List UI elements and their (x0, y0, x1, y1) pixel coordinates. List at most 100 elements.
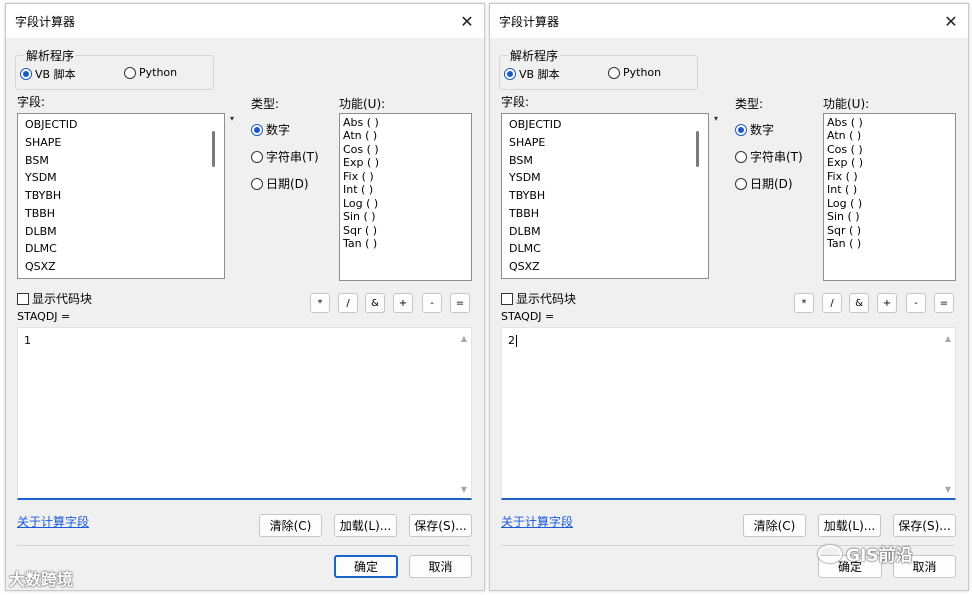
ok-button[interactable]: 确定 (334, 555, 398, 578)
field-calculator-dialog-left: 字段计算器 ✕ 解析程序 VB 脚本 Python 字段: OBJECTID S… (5, 3, 485, 591)
functions-list[interactable]: Abs ( ) Atn ( ) Cos ( ) Exp ( ) Fix ( ) … (823, 113, 956, 281)
load-button[interactable]: 加载(L)... (818, 514, 881, 537)
fields-list[interactable]: OBJECTID SHAPE BSM YSDM TBYBH TBBH DLBM … (501, 113, 709, 279)
list-item[interactable]: Sqr ( ) (827, 224, 861, 237)
parser-vb-radio[interactable]: VB 脚本 (504, 66, 560, 82)
op-multiply-button[interactable]: * (794, 293, 814, 313)
scroll-down-icon[interactable]: ▼ (945, 485, 951, 494)
op-divide-button[interactable]: / (338, 293, 358, 313)
list-item[interactable]: QSXZ (25, 260, 56, 273)
list-item[interactable]: OBJECTID (25, 118, 78, 131)
clear-button[interactable]: 清除(C) (743, 514, 806, 537)
op-minus-button[interactable]: - (906, 293, 926, 313)
list-item[interactable]: TBYBH (25, 189, 61, 202)
scroll-up-icon[interactable]: ▲ (461, 334, 467, 343)
op-plus-button[interactable]: + (877, 293, 897, 313)
type-number-radio[interactable]: 数字 (735, 121, 774, 138)
text-caret (516, 335, 517, 347)
close-icon[interactable]: ✕ (934, 4, 968, 38)
list-item[interactable]: Tan ( ) (343, 237, 377, 250)
list-item[interactable]: Sqr ( ) (343, 224, 377, 237)
type-date-radio[interactable]: 日期(D) (251, 175, 309, 192)
list-item[interactable]: Atn ( ) (827, 129, 861, 142)
parser-vb-radio[interactable]: VB 脚本 (20, 66, 76, 82)
list-item[interactable]: Sin ( ) (827, 210, 860, 223)
list-item[interactable]: DLMC (509, 242, 541, 255)
expression-input[interactable]: 2 ▲ ▼ (501, 327, 956, 500)
radio-unselected-icon (735, 177, 747, 190)
list-item[interactable]: DLBM (509, 225, 541, 238)
scrollbar-thumb[interactable] (696, 131, 699, 167)
type-label: 类型: (251, 97, 280, 111)
save-button[interactable]: 保存(S)... (409, 514, 472, 537)
list-item[interactable]: Cos ( ) (827, 143, 863, 156)
radio-unselected-icon (251, 150, 263, 163)
titlebar: 字段计算器 ✕ (6, 4, 484, 38)
list-item[interactable]: Tan ( ) (827, 237, 861, 250)
parser-legend: 解析程序 (508, 47, 561, 64)
list-item[interactable]: Exp ( ) (827, 156, 863, 169)
list-item[interactable]: BSM (509, 154, 533, 167)
list-item[interactable]: Int ( ) (827, 183, 857, 196)
list-item[interactable]: Fix ( ) (827, 170, 858, 183)
expression-input[interactable]: 1 ▲ ▼ (17, 327, 472, 500)
list-item[interactable]: DLBM (25, 225, 57, 238)
list-item[interactable]: Int ( ) (343, 183, 373, 196)
radio-unselected-icon (608, 66, 620, 79)
list-item[interactable]: Exp ( ) (343, 156, 379, 169)
list-item[interactable]: Abs ( ) (343, 116, 379, 129)
about-calculate-field-link[interactable]: 关于计算字段 (17, 513, 89, 530)
op-plus-button[interactable]: + (393, 293, 413, 313)
parser-python-radio[interactable]: Python (608, 66, 661, 79)
load-button[interactable]: 加载(L)... (334, 514, 397, 537)
type-number-radio[interactable]: 数字 (251, 121, 290, 138)
op-concat-button[interactable]: & (849, 293, 869, 313)
list-item[interactable]: OBJECTID (509, 118, 562, 131)
list-item[interactable]: Sin ( ) (343, 210, 376, 223)
list-item[interactable]: TBBH (509, 207, 539, 220)
clear-button[interactable]: 清除(C) (259, 514, 322, 537)
op-minus-button[interactable]: - (422, 293, 442, 313)
list-item[interactable]: BSM (25, 154, 49, 167)
type-date-radio[interactable]: 日期(D) (735, 175, 793, 192)
list-item[interactable]: TBYBH (509, 189, 545, 202)
op-multiply-button[interactable]: * (310, 293, 330, 313)
list-item[interactable]: Atn ( ) (343, 129, 377, 142)
type-string-radio[interactable]: 字符串(T) (735, 148, 803, 165)
functions-label: 功能(U): (823, 97, 870, 111)
scroll-up-icon[interactable]: ▲ (945, 334, 951, 343)
op-concat-button[interactable]: & (365, 293, 385, 313)
fields-list[interactable]: OBJECTID SHAPE BSM YSDM TBYBH TBBH DLBM … (17, 113, 225, 279)
watermark-left: 大数跨境 (9, 570, 74, 589)
about-calculate-field-link[interactable]: 关于计算字段 (501, 513, 573, 530)
dropdown-arrow-icon[interactable]: ▾ (714, 114, 718, 123)
cancel-button[interactable]: 取消 (409, 555, 472, 578)
list-item[interactable]: YSDM (25, 171, 57, 184)
list-item[interactable]: Log ( ) (827, 197, 862, 210)
scroll-down-icon[interactable]: ▼ (461, 485, 467, 494)
op-divide-button[interactable]: / (822, 293, 842, 313)
dialog-title: 字段计算器 (15, 15, 76, 29)
list-item[interactable]: TBBH (25, 207, 55, 220)
show-codeblock-checkbox[interactable]: 显示代码块 (501, 290, 576, 307)
type-string-radio[interactable]: 字符串(T) (251, 148, 319, 165)
list-item[interactable]: YSDM (509, 171, 541, 184)
list-item[interactable]: Abs ( ) (827, 116, 863, 129)
save-button[interactable]: 保存(S)... (893, 514, 956, 537)
functions-list[interactable]: Abs ( ) Atn ( ) Cos ( ) Exp ( ) Fix ( ) … (339, 113, 472, 281)
list-item[interactable]: SHAPE (509, 136, 545, 149)
list-item[interactable]: QSXZ (509, 260, 540, 273)
radio-selected-icon (251, 123, 263, 136)
list-item[interactable]: DLMC (25, 242, 57, 255)
op-equals-button[interactable]: = (450, 293, 470, 313)
list-item[interactable]: SHAPE (25, 136, 61, 149)
list-item[interactable]: Log ( ) (343, 197, 378, 210)
list-item[interactable]: Fix ( ) (343, 170, 374, 183)
close-icon[interactable]: ✕ (450, 4, 484, 38)
op-equals-button[interactable]: = (934, 293, 954, 313)
dropdown-arrow-icon[interactable]: ▾ (230, 114, 234, 123)
parser-python-radio[interactable]: Python (124, 66, 177, 79)
scrollbar-thumb[interactable] (212, 131, 215, 167)
show-codeblock-checkbox[interactable]: 显示代码块 (17, 290, 92, 307)
list-item[interactable]: Cos ( ) (343, 143, 379, 156)
